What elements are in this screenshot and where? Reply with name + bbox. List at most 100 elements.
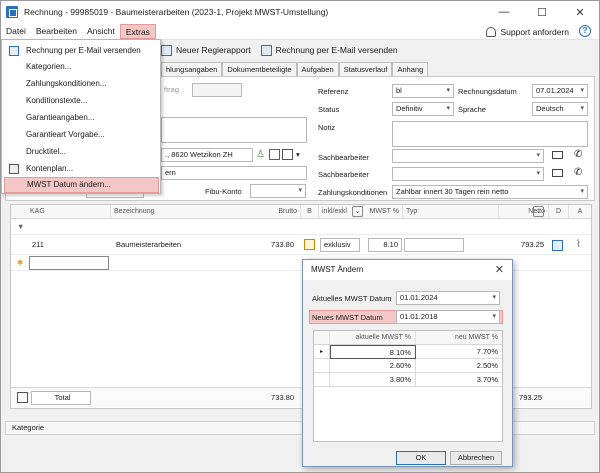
aktuelles-datum-field[interactable]: 01.01.2024 [396, 291, 500, 305]
row-netto: 793.25 [521, 240, 544, 249]
phone-icon[interactable]: ✆ [574, 149, 582, 160]
menu-item-garantieart[interactable]: Garantieart Vorgabe... [4, 127, 159, 143]
referenz-select[interactable]: bl [392, 84, 454, 98]
rechnungsdatum-field[interactable]: 07.01.2024 [532, 84, 588, 98]
address-book-icon[interactable] [282, 149, 293, 160]
tab-aufgaben[interactable]: Aufgaben [296, 62, 339, 76]
menu-item-kategorien[interactable]: Kategorien... [4, 59, 159, 75]
fibu-select[interactable] [250, 184, 306, 198]
ok-button[interactable]: OK [396, 451, 446, 465]
tab-statusverlauf[interactable]: Statusverlauf [338, 62, 393, 76]
new-kag-input[interactable] [29, 256, 109, 270]
total-label: Total [31, 391, 91, 405]
rate-neu[interactable]: 7.70% [416, 345, 502, 359]
table-row[interactable]: ▸ 8.10% 7.70% [314, 345, 502, 359]
toolbar: Neuer Regierapport Rechnung per E-Mail v… [161, 41, 408, 59]
chevron-down-icon[interactable]: ⌄ [533, 206, 544, 217]
rate-aktuell[interactable]: 8.10% [330, 345, 416, 359]
edit-note-icon[interactable] [304, 239, 315, 250]
attachment-icon[interactable]: ⌇ [573, 237, 584, 253]
rate-neu[interactable]: 2.50% [416, 359, 502, 373]
menu-item-email[interactable]: Rechnung per E-Mail versenden [4, 43, 159, 59]
neues-datum-label: Neues MWST Datum [312, 313, 383, 322]
support-button[interactable]: Support anfordern [486, 24, 569, 39]
total-brutto: 733.80 [271, 393, 294, 402]
notiz-field[interactable] [392, 121, 588, 147]
menu-bearbeiten[interactable]: Bearbeiten [31, 24, 82, 39]
sachbearbeiter2-select[interactable] [392, 167, 544, 181]
col-brutto[interactable]: Brutto [236, 205, 301, 219]
window-title: Rechnung - 99985019 - Baumeisterarbeiten… [24, 7, 329, 17]
document-edit-icon[interactable] [552, 240, 563, 251]
menu-item-konditionstexte[interactable]: Konditionstexte... [4, 93, 159, 109]
address-dropdown-icon[interactable]: ▾ [296, 150, 300, 159]
table-row[interactable]: 2.60% 2.50% [314, 359, 502, 373]
table-row[interactable]: 211 Baumeisterarbeiten 733.80 exklusiv 8… [11, 235, 591, 255]
col-b[interactable]: B [301, 205, 319, 219]
address-field[interactable] [161, 117, 307, 143]
title-bar: Rechnung - 99985019 - Baumeisterarbeiten… [1, 1, 599, 23]
new-regierapport-button[interactable]: Neuer Regierapport [161, 44, 251, 56]
cancel-button[interactable]: Abbrechen [450, 451, 502, 465]
menu-item-mwst-datum[interactable]: MWST Datum ändern... [4, 177, 159, 193]
menu-item-label: Kontenplan... [26, 164, 74, 173]
menu-item-label: Drucktitel... [26, 147, 67, 156]
filter-icon[interactable]: ▼ [14, 219, 27, 235]
tab-strip: hlungsangaben Dokumentbeteiligte Aufgabe… [161, 62, 429, 76]
col-d[interactable]: D [549, 205, 569, 219]
sprache-select[interactable]: Deutsch [532, 102, 588, 116]
inkl-exkl-field[interactable]: exklusiv [320, 238, 360, 252]
calculator-icon[interactable] [17, 392, 28, 403]
send-email-button[interactable]: Rechnung per E-Mail versenden [260, 44, 398, 56]
chevron-down-icon[interactable]: ⌄ [352, 206, 363, 217]
rate-aktuell[interactable]: 2.60% [330, 359, 416, 373]
status-label: Status [318, 105, 340, 114]
person-icon[interactable]: ♙ [256, 149, 267, 160]
tab-anhang[interactable]: Anhang [392, 62, 429, 76]
mwst-field[interactable]: 8.10 [368, 238, 402, 252]
sachbearbeiter2-label: Sachbearbeiter [318, 170, 369, 179]
mail-icon[interactable] [552, 169, 563, 177]
rate-neu[interactable]: 3.70% [416, 373, 502, 387]
col-neu-mwst[interactable]: neu MWST % [416, 331, 502, 345]
menu-ansicht[interactable]: Ansicht [82, 24, 120, 39]
rate-aktuell[interactable]: 3.80% [330, 373, 416, 387]
sachbearbeiter1-select[interactable] [392, 149, 544, 163]
maximize-button[interactable]: ☐ [523, 1, 561, 23]
phone-icon[interactable]: ✆ [574, 167, 582, 178]
col-aktuelle-mwst[interactable]: aktuelle MWST % [330, 331, 416, 345]
contact-card-icon[interactable] [269, 149, 280, 160]
tab-dokumentbeteiligte[interactable]: Dokumentbeteiligte [222, 62, 297, 76]
menu-item-drucktitel[interactable]: Drucktitel... [4, 144, 159, 160]
close-button[interactable]: ✕ [561, 1, 599, 23]
col-a[interactable]: A [569, 205, 591, 219]
menu-extras[interactable]: Extras [119, 23, 156, 39]
app-icon [6, 6, 18, 18]
window-controls: — ☐ ✕ [485, 1, 599, 23]
status-select[interactable]: Definitiv [392, 102, 454, 116]
mail-icon[interactable] [552, 151, 563, 159]
menu-item-kontenplan[interactable]: Kontenplan... [4, 161, 159, 177]
menu-datei[interactable]: Datei [1, 24, 31, 39]
object-field[interactable]: ern [161, 166, 307, 180]
col-mwst[interactable]: MWST % [363, 205, 403, 219]
neues-datum-field[interactable]: 01.01.2018 [396, 310, 500, 324]
tab-zahlungsangaben[interactable]: hlungsangaben [161, 62, 223, 76]
auftrag-field[interactable] [192, 83, 242, 97]
typ-field[interactable] [404, 238, 464, 252]
dialog-close-icon[interactable]: ✕ [495, 264, 504, 276]
rechnungsdatum-label: Rechnungsdatum [458, 87, 517, 96]
col-typ[interactable]: Typ [403, 205, 499, 219]
menu-item-zahlungskonditionen[interactable]: Zahlungskonditionen... [4, 76, 159, 92]
new-regierapport-label: Neuer Regierapport [176, 45, 251, 55]
minimize-button[interactable]: — [485, 1, 523, 23]
address-line[interactable]: ., 8620 Wetzikon ZH [161, 148, 253, 162]
help-icon[interactable]: ? [579, 25, 591, 37]
new-row-star-icon: ✱ [17, 258, 24, 267]
menu-item-garantieangaben[interactable]: Garantieangaben... [4, 110, 159, 126]
zahlungskonditionen-select[interactable]: Zahlbar innert 30 Tagen rein netto [392, 185, 588, 199]
col-kag[interactable]: KAG [27, 205, 111, 219]
table-row[interactable]: 3.80% 3.70% [314, 373, 502, 387]
menu-item-label: Zahlungskonditionen... [26, 79, 107, 88]
referenz-label: Referenz [318, 87, 349, 96]
